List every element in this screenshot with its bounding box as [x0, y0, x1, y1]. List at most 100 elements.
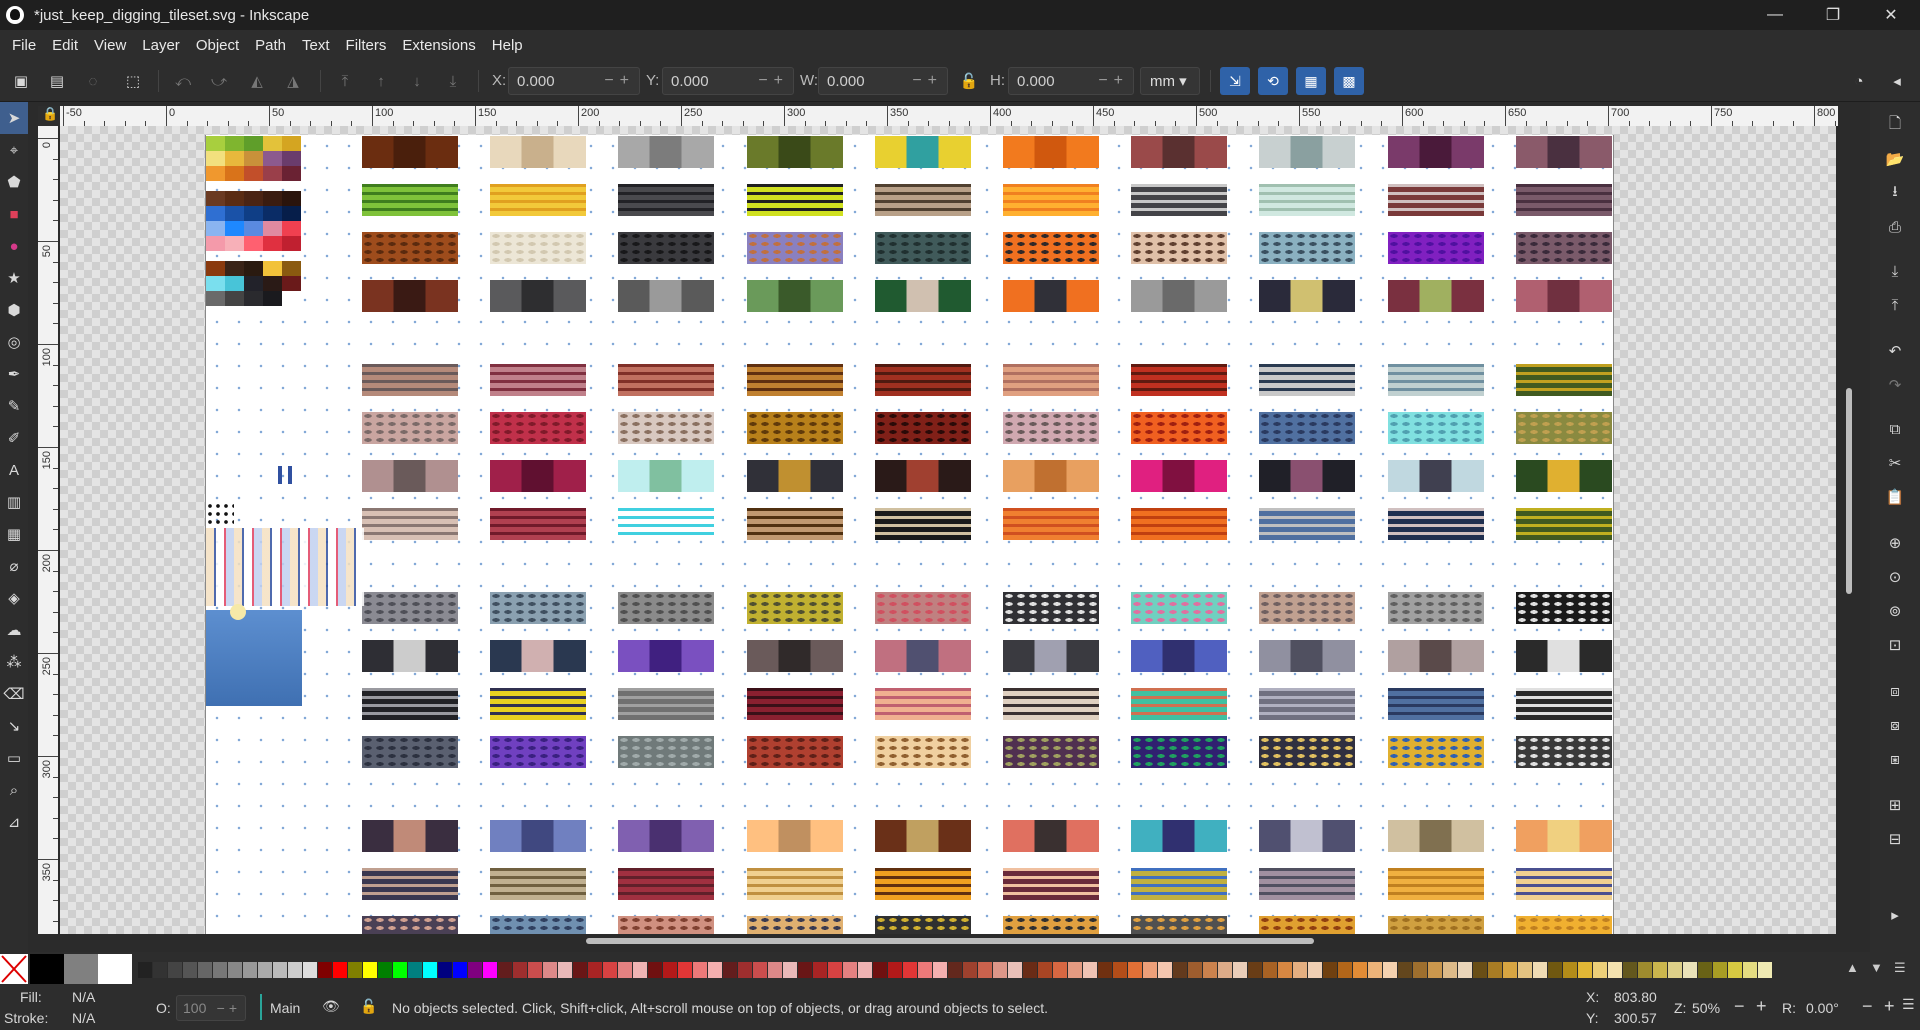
menu-help[interactable]: Help	[484, 37, 531, 54]
tool-star-icon[interactable]: ★	[0, 262, 28, 294]
redo-icon[interactable]: ↷	[1882, 372, 1908, 398]
close-button[interactable]: ✕	[1862, 0, 1920, 30]
palette-swatch[interactable]	[303, 962, 317, 978]
tile-pattern[interactable]	[1131, 916, 1228, 934]
tile-pattern[interactable]	[874, 184, 971, 216]
minimize-button[interactable]: —	[1746, 0, 1804, 30]
tile-pattern[interactable]	[490, 460, 587, 492]
palette-swatch[interactable]	[993, 962, 1007, 978]
canvas[interactable]	[60, 126, 1836, 934]
color-swatch-tile[interactable]	[206, 206, 225, 221]
color-swatch-tile[interactable]	[244, 151, 263, 166]
palette-swatch[interactable]	[1248, 962, 1262, 978]
color-swatch-tile[interactable]	[206, 291, 225, 306]
color-swatch-tile[interactable]	[225, 291, 244, 306]
tile-pattern[interactable]	[490, 232, 587, 264]
deselect-icon[interactable]: ◌	[80, 68, 106, 94]
tile-pattern[interactable]	[1003, 736, 1099, 768]
tile-pattern[interactable]	[490, 820, 587, 852]
tool-pages-icon[interactable]: ▭	[0, 742, 28, 774]
palette-swatch[interactable]	[483, 962, 497, 978]
palette-swatch[interactable]	[1368, 962, 1382, 978]
tile-pattern[interactable]	[1003, 868, 1099, 900]
tile-pattern[interactable]	[1131, 688, 1228, 720]
color-swatch-tile[interactable]	[225, 206, 244, 221]
palette-swatch[interactable]	[1683, 962, 1697, 978]
import-icon[interactable]: ⤓	[1882, 258, 1908, 284]
tile-pattern[interactable]	[1387, 592, 1484, 624]
tile-pattern[interactable]	[874, 916, 971, 934]
palette-swatch[interactable]	[98, 954, 132, 984]
tile-pattern[interactable]	[1131, 280, 1228, 312]
clone-icon[interactable]: ⧇	[1882, 712, 1908, 738]
palette-swatch[interactable]	[318, 962, 332, 978]
menu-text[interactable]: Text	[294, 37, 338, 54]
color-swatch-tile[interactable]	[225, 261, 244, 276]
tile-pattern[interactable]	[746, 184, 843, 216]
snap-toggle-icon[interactable]: ◔	[1846, 68, 1872, 94]
tile-pattern[interactable]	[490, 508, 587, 540]
palette-swatch[interactable]	[1218, 962, 1232, 978]
menu-path[interactable]: Path	[247, 37, 294, 54]
palette-swatch[interactable]	[138, 962, 152, 978]
palette-swatch[interactable]	[768, 962, 782, 978]
color-swatch-tile[interactable]	[282, 261, 301, 276]
palette-swatch[interactable]	[1008, 962, 1022, 978]
color-swatch-tile[interactable]	[282, 151, 301, 166]
tile-pattern[interactable]	[1259, 820, 1356, 852]
palette-swatch[interactable]	[408, 962, 422, 978]
tile-pattern[interactable]	[1131, 820, 1228, 852]
tile-pattern[interactable]	[362, 640, 458, 672]
menu-view[interactable]: View	[86, 37, 134, 54]
sparkle-sprite[interactable]	[206, 502, 234, 526]
color-swatch-tile[interactable]	[263, 291, 282, 306]
palette-scroll-up-icon[interactable]: ▲	[1846, 960, 1859, 975]
palette-swatch[interactable]	[1548, 962, 1562, 978]
select-same-icon[interactable]: ⬚	[120, 68, 146, 94]
tile-pattern[interactable]	[1259, 460, 1356, 492]
tile-pattern[interactable]	[1387, 184, 1484, 216]
palette-swatch[interactable]	[873, 962, 887, 978]
palette-swatch[interactable]	[1413, 962, 1427, 978]
maximize-button[interactable]: ❐	[1804, 0, 1862, 30]
opacity-input[interactable]: 100 −+	[176, 995, 246, 1021]
tile-pattern[interactable]	[618, 364, 715, 396]
palette-swatch[interactable]	[1503, 962, 1517, 978]
palette-swatch[interactable]	[1428, 962, 1442, 978]
zoom-selection-icon[interactable]: ⊕	[1882, 530, 1908, 556]
tile-pattern[interactable]	[1003, 916, 1099, 934]
tool-pencil-icon[interactable]: ✎	[0, 390, 28, 422]
select-all-layers-icon[interactable]: ▤	[44, 68, 70, 94]
palette-swatch[interactable]	[378, 962, 392, 978]
color-swatch-tile[interactable]	[282, 191, 301, 206]
tile-pattern[interactable]	[874, 412, 971, 444]
tile-pattern[interactable]	[362, 232, 458, 264]
tile-pattern[interactable]	[362, 688, 458, 720]
palette-swatch[interactable]	[1668, 962, 1682, 978]
tool-spiral-icon[interactable]: ◎	[0, 326, 28, 358]
tile-pattern[interactable]	[874, 592, 971, 624]
copy-icon[interactable]: ⧉	[1882, 416, 1908, 442]
sun-sprite[interactable]	[230, 604, 246, 620]
color-swatch-tile[interactable]	[282, 221, 301, 236]
tile-pattern[interactable]	[618, 460, 715, 492]
tile-pattern[interactable]	[1515, 868, 1612, 900]
palette-swatch[interactable]	[1563, 962, 1577, 978]
zoom-drawing-icon[interactable]: ⊙	[1882, 564, 1908, 590]
palette-swatch[interactable]	[30, 954, 64, 984]
color-swatch-tile[interactable]	[282, 276, 301, 291]
tool-mesh-icon[interactable]: ▦	[0, 518, 28, 550]
tile-pattern[interactable]	[1003, 136, 1099, 168]
palette-swatch[interactable]	[573, 962, 587, 978]
select-all-icon[interactable]: ▣	[8, 68, 34, 94]
palette-swatch[interactable]	[453, 962, 467, 978]
tile-pattern[interactable]	[746, 508, 843, 540]
palette-swatch[interactable]	[1143, 962, 1157, 978]
tile-pattern[interactable]	[746, 736, 843, 768]
tile-pattern[interactable]	[618, 592, 715, 624]
tile-pattern[interactable]	[1131, 364, 1228, 396]
width-input[interactable]: 0.000 −+	[818, 67, 948, 95]
palette-swatch[interactable]	[1173, 962, 1187, 978]
duplicate-icon[interactable]: ⧈	[1882, 678, 1908, 704]
tool-pen-icon[interactable]: ✒	[0, 358, 28, 390]
